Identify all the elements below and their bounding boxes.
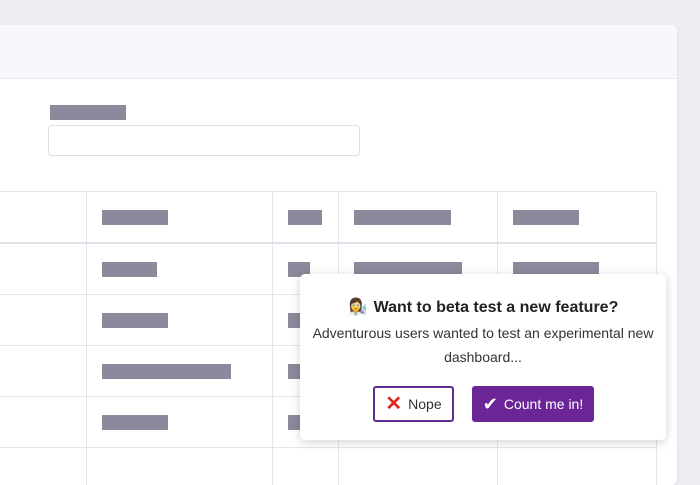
count-me-in-button[interactable]: ✔ Count me in! — [472, 386, 594, 422]
redacted-header — [513, 210, 579, 225]
popup-title: 👩‍🔬 Want to beta test a new feature? — [300, 297, 666, 317]
table-cell — [498, 448, 657, 485]
table-header-row — [0, 192, 657, 244]
redacted-value — [102, 313, 168, 328]
beta-feature-popup: 👩‍🔬 Want to beta test a new feature? Adve… — [300, 274, 666, 440]
table-cell — [87, 243, 273, 295]
table-header-cell — [0, 192, 87, 244]
x-icon: ✕ — [385, 394, 402, 414]
table-cell — [87, 295, 273, 346]
count-me-in-button-label: Count me in! — [504, 396, 583, 412]
table-cell — [273, 448, 339, 485]
popup-title-text: Want to beta test a new feature? — [374, 299, 619, 316]
redacted-value — [102, 415, 168, 430]
text-input-field[interactable] — [48, 125, 360, 156]
redacted-field-label — [50, 105, 126, 120]
table-cell — [339, 448, 498, 485]
redacted-value — [102, 364, 231, 379]
table-cell — [87, 397, 273, 448]
table-header-cell — [339, 192, 498, 244]
card-header — [0, 25, 677, 79]
table-cell — [0, 295, 87, 346]
table-cell — [0, 448, 87, 485]
redacted-header — [288, 210, 322, 225]
nope-button-label: Nope — [408, 396, 441, 412]
table-row[interactable] — [0, 448, 657, 485]
table-header-cell — [273, 192, 339, 244]
redacted-value — [102, 262, 157, 277]
table-header-cell — [498, 192, 657, 244]
table-cell — [0, 243, 87, 295]
scientist-emoji-icon: 👩‍🔬 — [348, 299, 368, 316]
table-cell — [0, 346, 87, 397]
table-cell — [0, 397, 87, 448]
table-cell — [87, 346, 273, 397]
table-cell — [87, 448, 273, 485]
redacted-header — [102, 210, 168, 225]
table-header-cell — [87, 192, 273, 244]
redacted-header — [354, 210, 451, 225]
check-icon: ✔ — [483, 395, 498, 413]
popup-description: Adventurous users wanted to test an expe… — [312, 321, 654, 369]
nope-button[interactable]: ✕ Nope — [373, 386, 454, 422]
